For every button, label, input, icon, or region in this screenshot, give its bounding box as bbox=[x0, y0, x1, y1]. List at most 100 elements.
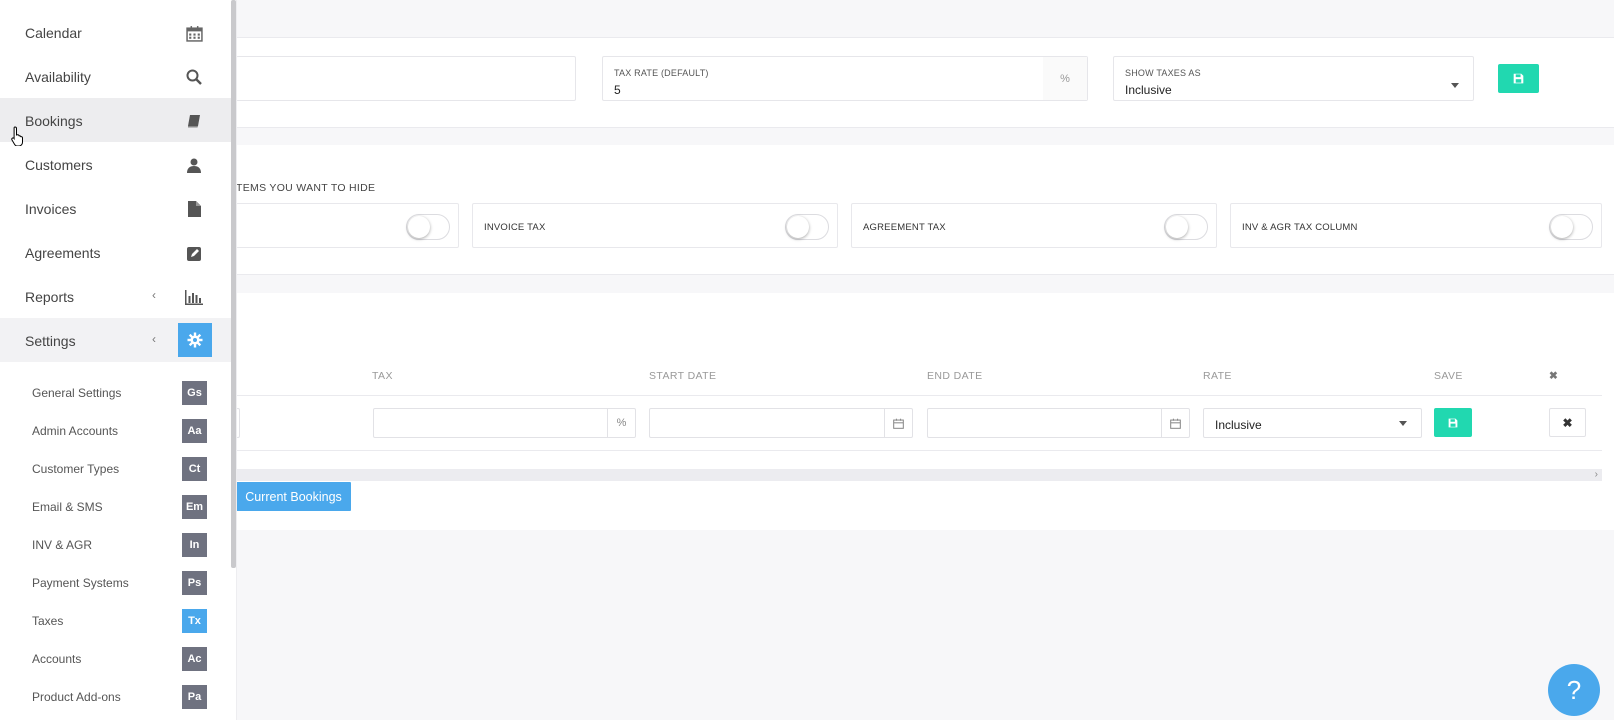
sidebar-sub-badge: Ac bbox=[182, 647, 207, 671]
edit-icon bbox=[185, 244, 203, 262]
show-taxes-label: SHOW TAXES AS bbox=[1125, 68, 1201, 78]
percent-suffix: % bbox=[1043, 57, 1087, 100]
col-header-start-date: START DATE bbox=[649, 370, 717, 382]
col-header-tax: TAX bbox=[372, 370, 393, 382]
search-icon bbox=[185, 68, 203, 86]
sidebar-item-availability[interactable]: Availability bbox=[0, 54, 231, 98]
chevron-down-icon bbox=[1451, 83, 1459, 88]
chevron-left-icon: ‹ bbox=[152, 332, 156, 346]
sidebar-sub-label: INV & AGR bbox=[32, 538, 93, 552]
sidebar-sub-general-settings[interactable]: General Settings Gs bbox=[0, 375, 231, 411]
chevron-left-icon: ‹ bbox=[152, 288, 156, 302]
horizontal-scrollbar[interactable]: › bbox=[236, 469, 1602, 481]
save-row-button[interactable] bbox=[1434, 408, 1472, 437]
sidebar-item-label: Settings bbox=[25, 333, 76, 349]
sidebar-sub-badge: Tx bbox=[182, 609, 207, 633]
hide-toggle-1[interactable] bbox=[406, 214, 450, 240]
chevron-down-icon bbox=[1399, 421, 1407, 426]
rate-select[interactable]: Inclusive bbox=[1203, 408, 1422, 438]
sidebar-scrollbar[interactable] bbox=[231, 0, 236, 568]
sidebar-sub-product-add-ons[interactable]: Product Add-ons Pa bbox=[0, 679, 231, 715]
calendar-icon bbox=[185, 24, 203, 42]
sidebar-item-settings[interactable]: Settings ‹ bbox=[0, 318, 231, 362]
header-divider bbox=[236, 395, 1602, 396]
rate-value: Inclusive bbox=[1215, 418, 1262, 432]
agreement-tax-card: AGREEMENT TAX bbox=[851, 203, 1217, 248]
tax-rate-label: TAX RATE (DEFAULT) bbox=[614, 68, 709, 78]
sidebar-sub-payment-systems[interactable]: Payment Systems Ps bbox=[0, 565, 231, 601]
col-header-rate: RATE bbox=[1203, 370, 1232, 382]
calendar-icon[interactable] bbox=[884, 409, 912, 437]
invoice-tax-label: INVOICE TAX bbox=[484, 222, 546, 233]
invoice-tax-card: INVOICE TAX bbox=[472, 203, 838, 248]
sidebar-sub-label: Product Add-ons bbox=[32, 690, 121, 704]
sidebar-item-agreements[interactable]: Agreements bbox=[0, 230, 231, 274]
sidebar-sub-badge: Gs bbox=[182, 381, 207, 405]
end-date-input[interactable] bbox=[927, 408, 1190, 438]
sidebar-sub-customer-types[interactable]: Customer Types Ct bbox=[0, 451, 231, 487]
sidebar-sub-email-sms[interactable]: Email & SMS Em bbox=[0, 489, 231, 525]
divider bbox=[236, 274, 1614, 275]
sidebar-sub-badge: Ct bbox=[182, 457, 207, 481]
gear-icon bbox=[178, 323, 212, 357]
sidebar-sub-accounts[interactable]: Accounts Ac bbox=[0, 641, 231, 677]
sidebar-item-label: Reports bbox=[25, 289, 75, 305]
sidebar-sub-badge: Aa bbox=[182, 419, 207, 443]
sidebar-item-bookings[interactable]: Bookings bbox=[0, 98, 231, 142]
sidebar-sub-label: Admin Accounts bbox=[32, 424, 119, 438]
delete-row-button[interactable]: ✖ bbox=[1549, 408, 1586, 437]
sidebar-sub-label: Email & SMS bbox=[32, 500, 103, 514]
sidebar-item-label: Calendar bbox=[25, 25, 82, 41]
col-header-end-date: END DATE bbox=[927, 370, 983, 382]
help-button[interactable]: ? bbox=[1548, 664, 1600, 716]
sidebar-item-customers[interactable]: Customers bbox=[0, 142, 231, 186]
sidebar-sub-badge: In bbox=[182, 533, 207, 557]
tax-input[interactable]: % bbox=[373, 408, 636, 438]
sidebar-sub-label: Customer Types bbox=[32, 462, 120, 476]
show-taxes-value: Inclusive bbox=[1125, 83, 1172, 97]
hide-toggle-card-1 bbox=[236, 203, 459, 248]
calendar-icon[interactable] bbox=[1161, 409, 1189, 437]
start-date-input[interactable] bbox=[649, 408, 913, 438]
close-icon: ✖ bbox=[1549, 370, 1559, 382]
row-divider bbox=[236, 450, 1602, 451]
sidebar-sub-label: General Settings bbox=[32, 386, 122, 400]
chevron-right-icon[interactable]: › bbox=[1595, 469, 1598, 480]
main-content: TAX RATE (DEFAULT) 5 % SHOW TAXES AS Inc… bbox=[0, 0, 1614, 720]
toggle-knob bbox=[408, 216, 430, 238]
inv-agr-tax-column-toggle[interactable] bbox=[1549, 214, 1593, 240]
save-icon bbox=[1448, 418, 1458, 427]
sidebar-sub-admin-accounts[interactable]: Admin Accounts Aa bbox=[0, 413, 231, 449]
agreement-tax-toggle[interactable] bbox=[1164, 214, 1208, 240]
sidebar-item-calendar[interactable]: Calendar bbox=[0, 10, 231, 54]
top-bar bbox=[236, 0, 1614, 37]
name-field[interactable] bbox=[236, 56, 576, 101]
sidebar-sub-label: Accounts bbox=[32, 652, 82, 666]
toggle-knob bbox=[787, 216, 809, 238]
save-defaults-button[interactable] bbox=[1498, 64, 1539, 93]
sidebar-sub-label: Payment Systems bbox=[32, 576, 129, 590]
sidebar: Calendar Availability Bookings Customers… bbox=[0, 0, 237, 720]
show-taxes-select[interactable]: SHOW TAXES AS Inclusive bbox=[1113, 56, 1474, 101]
sidebar-item-label: Bookings bbox=[25, 113, 83, 129]
sidebar-sub-inv-agr[interactable]: INV & AGR In bbox=[0, 527, 231, 563]
divider bbox=[236, 127, 1614, 128]
current-bookings-button[interactable]: Current Bookings bbox=[236, 482, 351, 511]
toggle-knob bbox=[1166, 216, 1188, 238]
hide-section-title: TEMS YOU WANT TO HIDE bbox=[236, 182, 376, 194]
sidebar-sub-badge: Pa bbox=[182, 685, 207, 709]
tax-rate-value[interactable]: 5 bbox=[614, 83, 621, 97]
file-icon bbox=[185, 200, 203, 218]
hand-cursor-icon bbox=[10, 126, 26, 151]
invoice-tax-toggle[interactable] bbox=[785, 214, 829, 240]
close-icon: ✖ bbox=[1562, 415, 1573, 430]
sidebar-sub-taxes[interactable]: Taxes Tx bbox=[0, 603, 231, 639]
sidebar-item-label: Invoices bbox=[25, 201, 77, 217]
sidebar-item-invoices[interactable]: Invoices bbox=[0, 186, 231, 230]
percent-addon: % bbox=[607, 409, 635, 437]
sidebar-sub-label: Taxes bbox=[32, 614, 64, 628]
sidebar-sub-badge: Ps bbox=[182, 571, 207, 595]
save-icon bbox=[1513, 73, 1524, 84]
sidebar-item-reports[interactable]: Reports ‹ bbox=[0, 274, 231, 318]
tax-rate-field[interactable]: TAX RATE (DEFAULT) 5 % bbox=[602, 56, 1088, 101]
